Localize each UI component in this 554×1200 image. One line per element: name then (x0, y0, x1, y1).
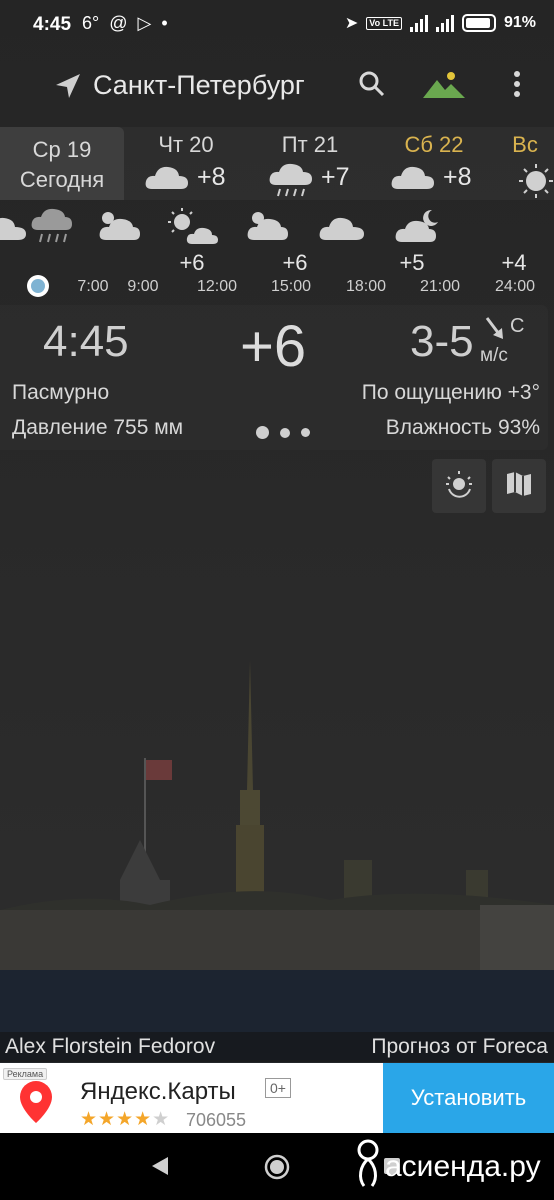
volte-icon: Vo LTE (366, 16, 402, 30)
rating-stars: ★★★★★ (80, 1109, 171, 1130)
hourly-time: 15:00 (270, 278, 312, 295)
condition-text: Пасмурно (12, 381, 110, 404)
humidity: Влажность 93% (385, 416, 540, 439)
status-right-icons: ➤ Vo LTE 91% (345, 13, 536, 33)
sun-cloud-icon (166, 206, 220, 251)
yandex-maps-pin-icon (16, 1079, 56, 1130)
play-icon: ▷ (137, 13, 152, 33)
credits-bar: Alex Florstein Fedorov Прогноз от Foreca (0, 1032, 554, 1062)
rating-count: 706055 (186, 1110, 247, 1130)
ad-banner[interactable]: Реклама Яндекс.Карты 0+ ★★★★★ 706055 Уст… (0, 1063, 554, 1133)
day-name: Вс (512, 132, 538, 157)
hourly-time: 12:00 (196, 278, 238, 295)
wind-direction-arrow-icon (484, 315, 506, 346)
age-rating: 0+ (265, 1078, 291, 1098)
cloud-icon (0, 212, 28, 247)
cloud-icon (144, 163, 190, 196)
current-conditions-card[interactable]: 4:45 +6 3-5 С м/с Пасмурно По ощущению +… (0, 305, 548, 450)
at-icon: @ (109, 13, 128, 33)
status-left-icons: 6° @ ▷ • (82, 13, 168, 34)
partly-cloudy-icon (244, 206, 290, 249)
wind-unit: м/с (480, 345, 508, 366)
sunrise-icon (444, 469, 474, 504)
day-name: Пт 21 (281, 132, 339, 157)
day-tab-today[interactable]: Ср 19 Сегодня (0, 127, 124, 200)
hourly-time: 9:00 (127, 278, 159, 295)
page-indicator (256, 426, 310, 439)
temperature-status-icon: 6° (82, 13, 100, 33)
signal-4g-icon (409, 14, 428, 32)
day-temp: +8 (197, 163, 226, 191)
signal-icon (435, 14, 454, 32)
hourly-time: 24:00 (494, 278, 536, 295)
hourly-forecast[interactable]: +6 +6 +5 +4 7:00 9:00 12:00 15:00 18:00 … (0, 200, 554, 298)
watermark-text: асиенда.ру (385, 1150, 541, 1183)
rain-cloud-icon (30, 206, 74, 255)
city-name[interactable]: Санкт-Петербург (93, 70, 305, 101)
rain-cloud-icon (268, 163, 314, 204)
back-icon[interactable] (150, 1155, 170, 1182)
navigation-arrow-icon[interactable] (54, 72, 82, 105)
partly-cloudy-icon (96, 206, 142, 249)
location-status-icon: ➤ (344, 15, 359, 32)
day-tab[interactable]: Пт 21 +7 (248, 127, 372, 200)
day-name: Чт 20 (158, 132, 214, 157)
hourly-temp: +6 (282, 250, 308, 275)
hourly-temp: +5 (399, 250, 425, 275)
map-button[interactable] (492, 459, 546, 513)
battery-icon (461, 14, 496, 32)
map-icon (505, 470, 533, 503)
hourly-temp: +4 (501, 250, 527, 275)
sun-moon-button[interactable] (432, 459, 486, 513)
day-tabs: Ср 19 Сегодня Чт 20 +8 Пт 21 +7 Сб 22 +8… (0, 127, 554, 200)
dot-icon: • (161, 13, 168, 33)
install-button[interactable]: Установить (383, 1063, 554, 1133)
photo-credit[interactable]: Alex Florstein Fedorov (5, 1035, 215, 1059)
day-name: Сб 22 (404, 132, 464, 157)
current-time: 4:45 (43, 317, 129, 366)
day-name: Ср 19 (32, 137, 92, 162)
wind-direction: С (510, 315, 525, 337)
hourly-temp: +6 (179, 250, 205, 275)
status-bar: 4:45 6° @ ▷ • ➤ Vo LTE 91% (0, 0, 554, 52)
day-tab[interactable]: Вс (496, 127, 554, 200)
day-temp: +8 (443, 163, 472, 191)
sun-icon (516, 163, 554, 204)
forecast-credit[interactable]: Прогноз от Foreca (371, 1035, 548, 1059)
hourly-time: 18:00 (345, 278, 387, 295)
hourly-time: 21:00 (419, 278, 461, 295)
current-temperature: +6 (240, 314, 307, 379)
feels-like: По ощущению +3° (361, 381, 540, 404)
status-time: 4:45 (33, 14, 72, 35)
landscape-icon[interactable] (423, 70, 465, 105)
moon-cloud-icon (392, 206, 442, 251)
day-subtitle: Сегодня (19, 167, 105, 192)
current-time-marker (27, 275, 49, 297)
day-temp: +7 (321, 163, 350, 191)
pressure: Давление 755 мм (12, 416, 184, 439)
wind-speed: 3-5 (410, 317, 474, 366)
ad-title: Яндекс.Карты (80, 1078, 236, 1105)
battery-percent: 91% (503, 14, 536, 31)
home-icon[interactable] (264, 1154, 290, 1185)
more-vert-icon[interactable] (512, 70, 522, 105)
search-icon[interactable] (358, 70, 386, 103)
day-tab[interactable]: Чт 20 +8 (124, 127, 248, 200)
cloud-icon (318, 212, 366, 247)
day-tab[interactable]: Сб 22 +8 (372, 127, 496, 200)
app-header: Санкт-Петербург (0, 56, 554, 116)
cloud-icon (390, 163, 436, 196)
